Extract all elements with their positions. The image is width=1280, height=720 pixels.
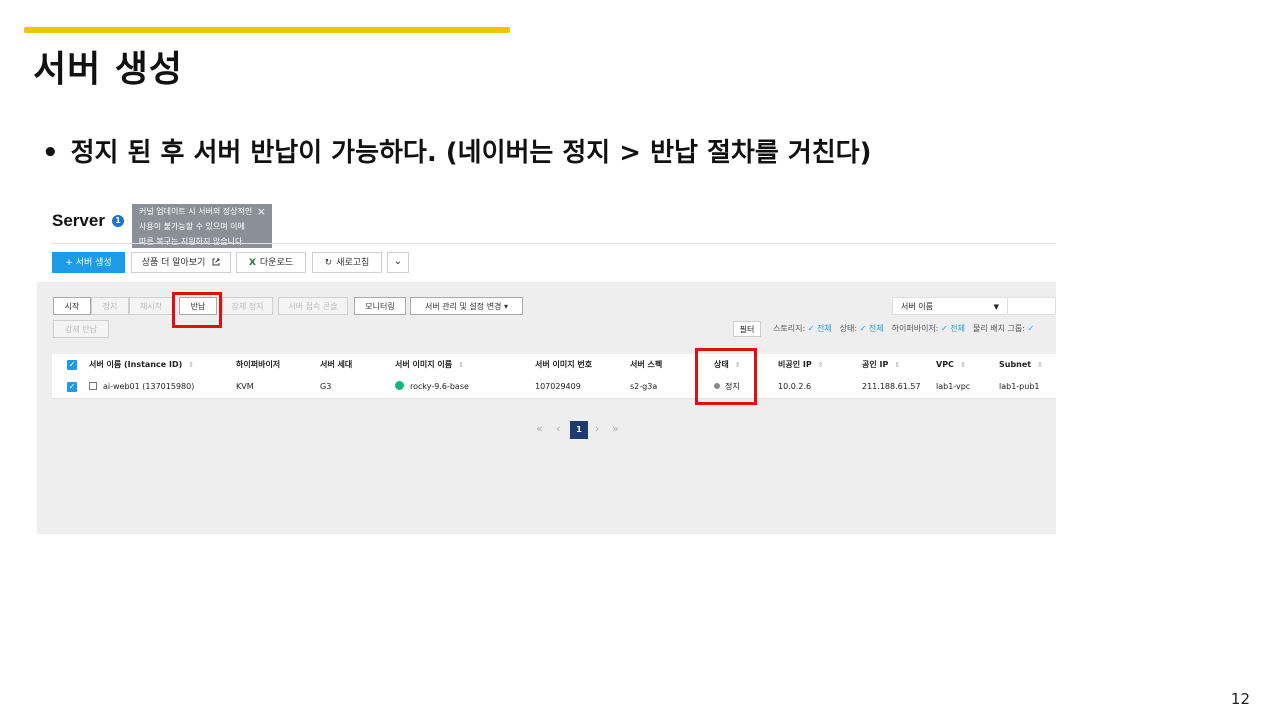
- bullet-marker: •: [42, 138, 59, 168]
- header-vpc[interactable]: VPC ⇕: [936, 354, 966, 376]
- cell-subnet: lab1-pub1: [999, 382, 1040, 391]
- last-page-icon[interactable]: »: [612, 422, 619, 435]
- close-icon[interactable]: ×: [257, 204, 266, 219]
- refresh-label: 새로고침: [336, 258, 370, 268]
- page-title: Server: [52, 211, 105, 230]
- cell-private-ip: 10.0.2.6: [778, 382, 812, 391]
- learn-more-label: 상품 더 알아보기: [141, 258, 206, 268]
- sort-icon: ⇕: [458, 361, 464, 369]
- chevron-down-icon: ▼: [993, 303, 999, 311]
- page-number: 12: [1230, 690, 1250, 708]
- header-vpc-label: VPC: [936, 360, 954, 369]
- header-name[interactable]: 서버 이름 (Instance ID) ⇕: [89, 354, 194, 376]
- select-all-checkbox[interactable]: ✓: [67, 360, 77, 370]
- first-page-icon[interactable]: «: [536, 422, 543, 435]
- search-input[interactable]: [1008, 297, 1056, 315]
- create-server-button[interactable]: + 서버 생성: [52, 252, 125, 273]
- monitoring-button[interactable]: 모니터링: [354, 297, 406, 315]
- console-connect-button[interactable]: 서버 접속 콘솔: [278, 297, 348, 315]
- sort-icon: ⇕: [894, 361, 901, 369]
- header-name-label: 서버 이름 (Instance ID): [89, 360, 183, 369]
- cell-spec: s2-g3a: [630, 382, 658, 391]
- filter-button[interactable]: 필터: [733, 321, 761, 337]
- search-field-label: 서버 이름: [901, 302, 933, 311]
- header-divider: [52, 243, 1056, 244]
- table-header: ✓ 서버 이름 (Instance ID) ⇕ 하이퍼바이저 서버 세대 서버 이…: [52, 354, 1056, 377]
- sort-icon: ⇕: [1037, 361, 1044, 369]
- cell-public-ip: 211.188.61.57: [862, 382, 921, 391]
- excel-icon: X: [248, 258, 256, 268]
- title-accent-bar: [24, 27, 510, 33]
- header-image-no: 서버 이미지 번호: [535, 360, 593, 369]
- filter-hypervisor-value[interactable]: 전체: [950, 324, 965, 333]
- filter-status-label: 상태:: [839, 324, 858, 333]
- cell-name-text: ai-web01 (137015980): [103, 382, 195, 391]
- filter-hypervisor-label: 하이퍼바이저:: [891, 324, 939, 333]
- bullet-text: 정지 된 후 서버 반납이 가능하다. (네이버는 정지 > 반납 절차를 거친…: [70, 138, 872, 168]
- search-field-select[interactable]: 서버 이름 ▼: [892, 297, 1008, 315]
- bullet-point: • 정지 된 후 서버 반납이 가능하다. (네이버는 정지 > 반납 절차를 거…: [42, 132, 871, 169]
- tooltip-line-3: 따른 복구는 지원하지 않습니다.: [139, 237, 245, 246]
- cell-image-name-text: rocky-9.6-base: [410, 382, 469, 391]
- tooltip-line-2: 사용이 불가능할 수 있으며 이에: [139, 222, 245, 231]
- refresh-icon: ↻: [324, 258, 333, 268]
- force-stop-button[interactable]: 강제 정지: [222, 297, 273, 315]
- download-button[interactable]: X 다운로드: [236, 252, 306, 273]
- check-icon: ✓: [941, 324, 948, 333]
- sort-icon: ⇕: [817, 361, 824, 369]
- force-return-button[interactable]: 강제 반납: [53, 320, 109, 338]
- external-link-icon: [212, 258, 220, 266]
- header-private-ip-label: 비공인 IP: [778, 360, 812, 369]
- filter-storage-label: 스토리지:: [773, 324, 806, 333]
- manage-settings-button[interactable]: 서버 관리 및 설정 변경 ▾: [410, 297, 523, 315]
- cell-vpc: lab1-vpc: [936, 382, 971, 391]
- stop-button[interactable]: 정지: [91, 297, 129, 315]
- header-subnet[interactable]: Subnet ⇕: [999, 354, 1043, 376]
- cell-name[interactable]: ai-web01 (137015980): [89, 376, 194, 398]
- row-checkbox[interactable]: ✓: [67, 382, 77, 392]
- header-public-ip[interactable]: 공인 IP ⇕: [862, 354, 900, 376]
- check-icon: ✓: [807, 324, 815, 333]
- page-1-button[interactable]: 1: [570, 421, 588, 439]
- header-generation: 서버 세대: [320, 360, 353, 369]
- info-icon[interactable]: 1: [112, 215, 124, 227]
- tooltip-line-1: 커널 업데이트 시 서버의 정상적인: [139, 207, 253, 216]
- header-public-ip-label: 공인 IP: [862, 360, 889, 369]
- return-button-highlight: [172, 292, 222, 328]
- sort-icon: ⇕: [188, 361, 195, 369]
- next-page-icon[interactable]: ›: [595, 422, 599, 435]
- cell-image-no: 107029409: [535, 382, 581, 391]
- header-hypervisor: 하이퍼바이저: [236, 360, 281, 369]
- header-image-name-label: 서버 이미지 이름: [395, 360, 453, 369]
- filter-placement-label: 물리 배치 그룹:: [973, 324, 1025, 333]
- start-button[interactable]: 시작: [53, 297, 91, 315]
- cell-hypervisor: KVM: [236, 382, 254, 391]
- header-private-ip[interactable]: 비공인 IP ⇕: [778, 354, 824, 376]
- cell-image-name: rocky-9.6-base: [395, 376, 469, 398]
- filter-summary: 스토리지: ✓ 전체 상태: ✓ 전체 하이퍼바이저: ✓ 전체 물리 배치 그룹: …: [773, 323, 1034, 334]
- header-image-name[interactable]: 서버 이미지 이름 ⇕: [395, 354, 464, 376]
- server-icon: [89, 382, 97, 390]
- header-spec: 서버 스펙: [630, 360, 663, 369]
- slide-title: 서버 생성: [33, 49, 184, 90]
- check-icon: ✓: [859, 324, 867, 333]
- more-dropdown-button[interactable]: ⌄: [387, 252, 409, 273]
- tooltip: 커널 업데이트 시 서버의 정상적인 사용이 불가능할 수 있으며 이에 따른 …: [132, 204, 272, 248]
- cell-generation: G3: [320, 382, 332, 391]
- check-icon: ✓: [1027, 324, 1035, 333]
- rocky-linux-icon: [395, 381, 404, 390]
- refresh-button[interactable]: ↻ 새로고침: [312, 252, 382, 273]
- table-row[interactable]: ✓ ai-web01 (137015980) KVM G3 rocky-9.6-…: [52, 376, 1056, 399]
- download-label: 다운로드: [259, 258, 294, 268]
- console-screenshot: Server 1 커널 업데이트 시 서버의 정상적인 사용이 불가능할 수 있…: [37, 196, 1056, 534]
- restart-button[interactable]: 재시작: [129, 297, 173, 315]
- filter-status-value[interactable]: 전체: [869, 324, 884, 333]
- status-column-highlight: [695, 348, 757, 405]
- learn-more-button[interactable]: 상품 더 알아보기: [131, 252, 231, 273]
- prev-page-icon[interactable]: ‹: [556, 422, 560, 435]
- header-subnet-label: Subnet: [999, 360, 1032, 369]
- sort-icon: ⇕: [959, 361, 966, 369]
- filter-storage-value[interactable]: 전체: [817, 324, 832, 333]
